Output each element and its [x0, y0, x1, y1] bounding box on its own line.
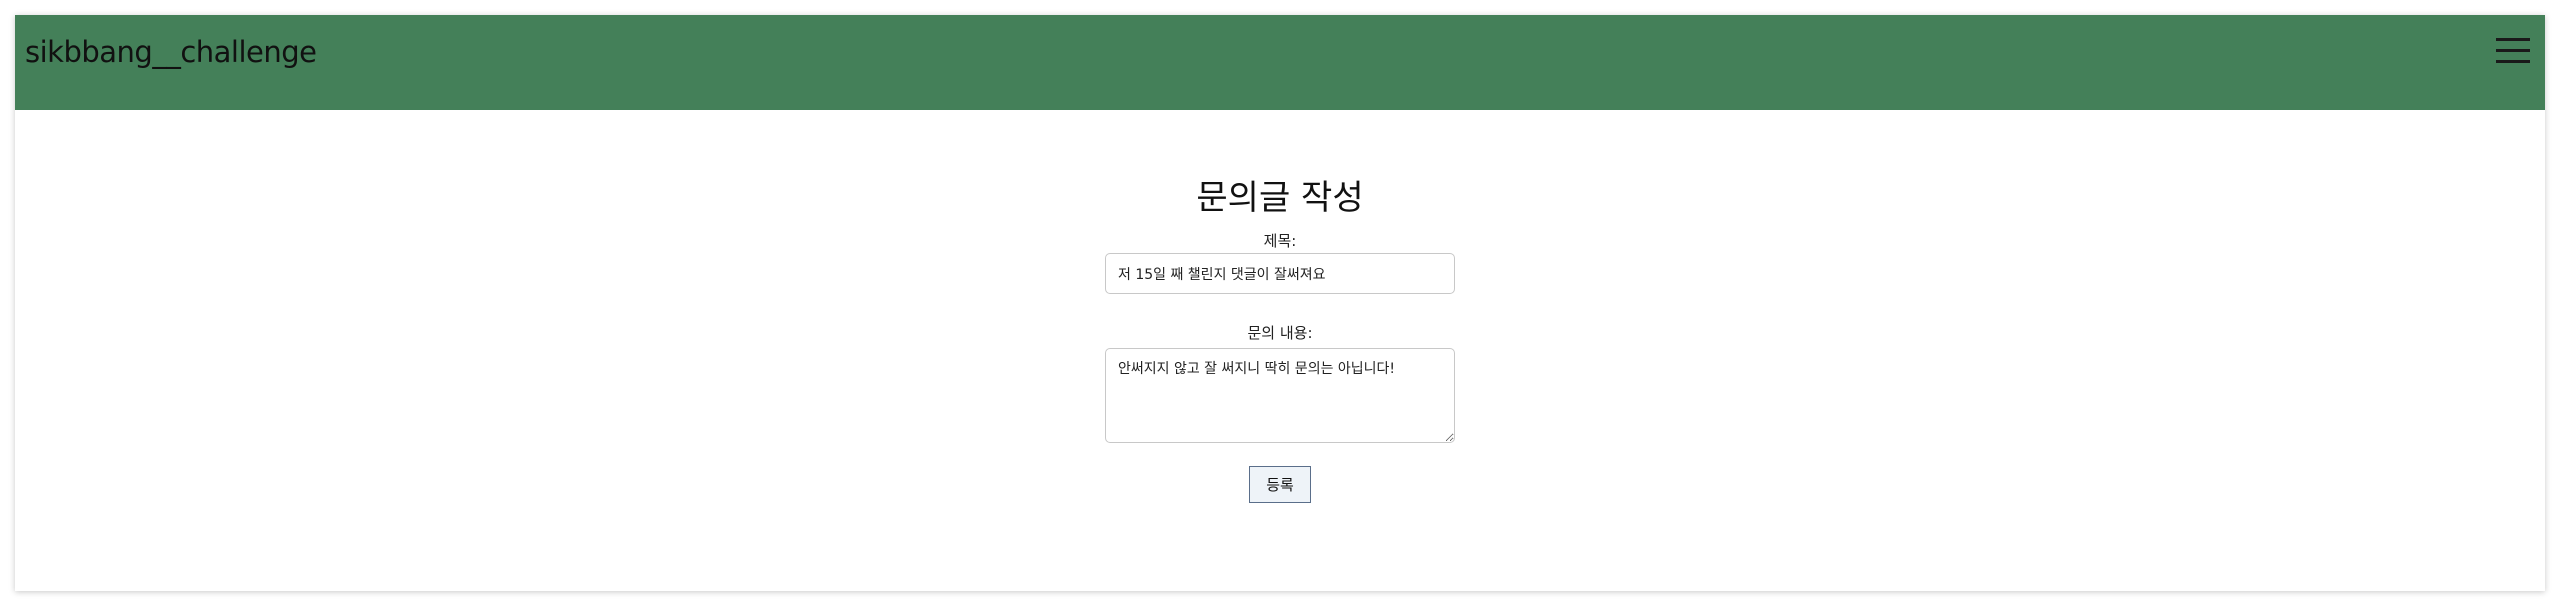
top-navbar: sikbbang__challenge	[15, 15, 2545, 110]
title-label: 제목:	[1263, 232, 1297, 250]
page-container: sikbbang__challenge 문의글 작성 제목: 문의 내용: 안써…	[15, 15, 2545, 591]
inquiry-form: 문의글 작성 제목: 문의 내용: 안써지지 않고 잘 써지니 딱히 문의는 아…	[15, 110, 2545, 591]
content-textarea[interactable]: 안써지지 않고 잘 써지니 딱히 문의는 아닙니다!	[1105, 348, 1455, 443]
title-input[interactable]	[1105, 253, 1455, 294]
menu-bar	[2496, 49, 2530, 52]
page-title: 문의글 작성	[1196, 178, 1364, 218]
menu-bar	[2496, 60, 2530, 63]
brand-logo[interactable]: sikbbang__challenge	[25, 35, 317, 69]
content-label: 문의 내용:	[1247, 324, 1313, 342]
submit-button[interactable]: 등록	[1249, 466, 1311, 503]
hamburger-menu-icon[interactable]	[2496, 36, 2530, 66]
menu-bar	[2496, 38, 2530, 41]
